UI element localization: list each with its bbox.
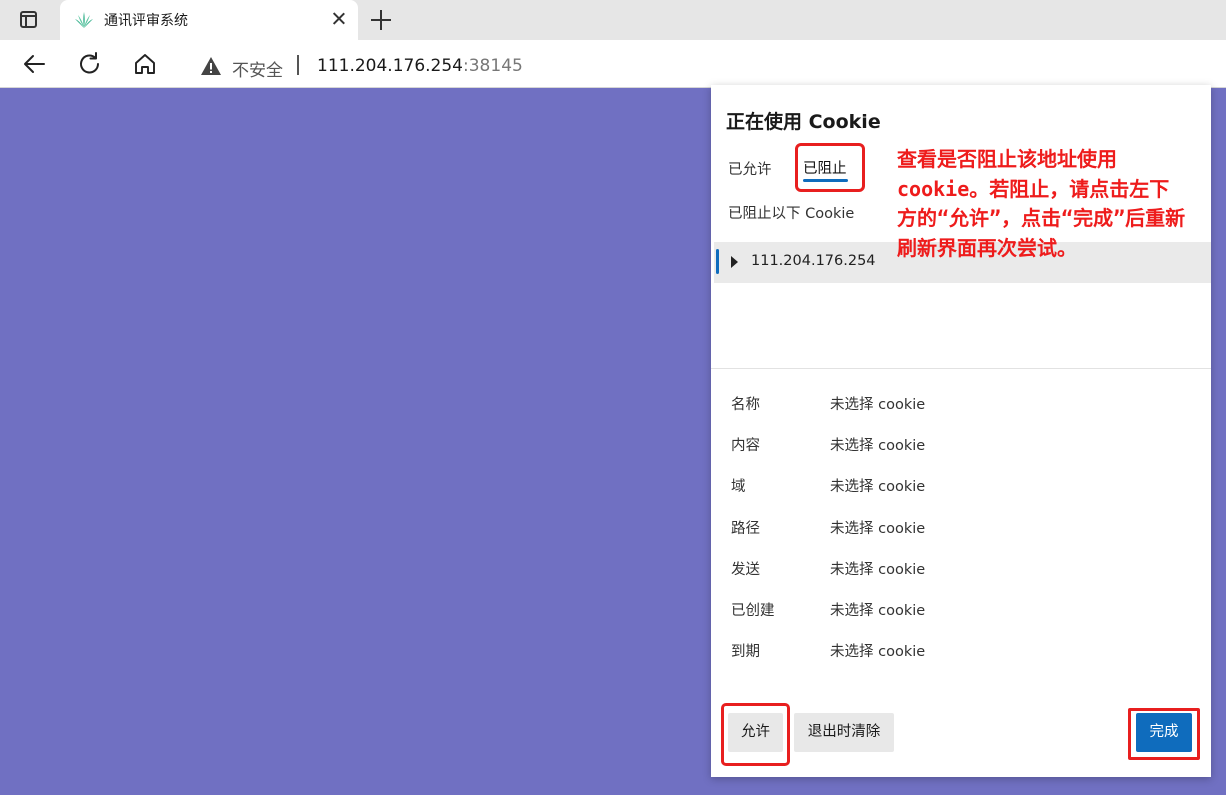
detail-value: 未选择 cookie <box>830 644 926 660</box>
selection-indicator <box>716 249 719 274</box>
plant-favicon-icon <box>74 11 94 29</box>
detail-value: 未选择 cookie <box>830 603 926 619</box>
detail-key: 到期 <box>731 644 760 660</box>
browser-toolbar: 不安全 111.204.176.254:38145 <box>0 40 1226 88</box>
annotation-note: 查看是否阻止该地址使用cookie。若阻止，请点击左下方的“允许”，点击“完成”… <box>897 147 1186 260</box>
detail-key: 已创建 <box>731 603 775 619</box>
detail-row-created: 已创建 未选择 cookie <box>731 599 1191 621</box>
detail-row-send: 发送 未选择 cookie <box>731 558 1191 580</box>
detail-value: 未选择 cookie <box>830 479 926 495</box>
detail-row-domain: 域 未选择 cookie <box>731 475 1191 497</box>
panel-title: 正在使用 Cookie <box>726 111 881 133</box>
address-bar[interactable]: 不安全 111.204.176.254:38145 <box>180 44 1226 84</box>
detail-key: 内容 <box>731 438 760 454</box>
close-icon[interactable] <box>330 10 348 28</box>
url-text[interactable]: 111.204.176.254:38145 <box>317 56 523 76</box>
refresh-icon[interactable] <box>76 50 104 78</box>
tab-title: 通讯评审系统 <box>104 13 188 29</box>
security-label[interactable]: 不安全 <box>232 56 283 81</box>
detail-value: 未选择 cookie <box>830 438 926 454</box>
tab-actions-icon[interactable] <box>18 10 40 30</box>
plus-icon[interactable] <box>370 9 392 31</box>
panel-divider <box>711 368 1211 369</box>
detail-row-content: 内容 未选择 cookie <box>731 434 1191 456</box>
detail-value: 未选择 cookie <box>830 521 926 537</box>
clear-on-exit-button[interactable]: 退出时清除 <box>794 713 894 752</box>
url-host: 111.204.176.254 <box>317 56 464 76</box>
detail-key: 路径 <box>731 521 760 537</box>
highlight-box-blocked-tab <box>795 143 865 192</box>
detail-key: 域 <box>731 479 746 495</box>
tab-strip: 通讯评审系统 <box>0 0 1226 40</box>
detail-row-path: 路径 未选择 cookie <box>731 517 1191 539</box>
detail-key: 发送 <box>731 562 760 578</box>
tab-allowed[interactable]: 已允许 <box>728 158 772 179</box>
address-divider <box>297 55 299 75</box>
detail-row-name: 名称 未选择 cookie <box>731 393 1191 415</box>
back-arrow-icon[interactable] <box>21 50 49 78</box>
detail-value: 未选择 cookie <box>830 397 926 413</box>
browser-tab[interactable]: 通讯评审系统 <box>60 0 358 40</box>
detail-row-expires: 到期 未选择 cookie <box>731 640 1191 662</box>
home-icon[interactable] <box>131 50 159 78</box>
site-label: 111.204.176.254 <box>751 253 876 269</box>
highlight-box-done-button <box>1128 708 1200 760</box>
url-port: :38145 <box>463 56 523 76</box>
detail-key: 名称 <box>731 397 760 413</box>
warning-icon[interactable] <box>200 56 222 76</box>
detail-value: 未选择 cookie <box>830 562 926 578</box>
highlight-box-allow-button <box>721 703 790 766</box>
caret-right-icon[interactable] <box>731 256 738 268</box>
blocked-cookies-heading: 已阻止以下 Cookie <box>728 206 855 222</box>
